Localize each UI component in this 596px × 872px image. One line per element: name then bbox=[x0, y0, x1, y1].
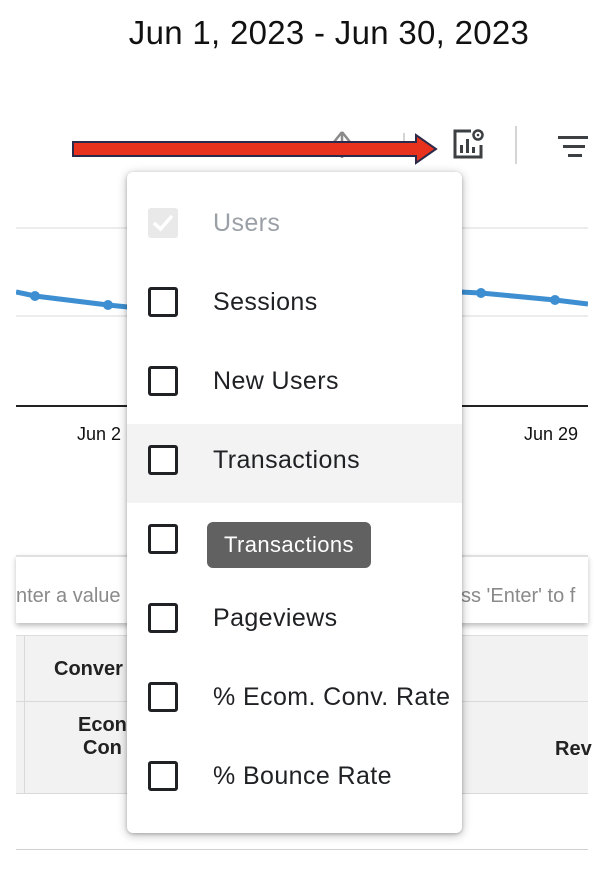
menu-item-label: % Ecom. Conv. Rate bbox=[213, 683, 451, 711]
annotation-arrow bbox=[72, 132, 438, 171]
checkbox[interactable] bbox=[148, 524, 178, 554]
menu-item-label: New Users bbox=[213, 367, 339, 395]
checkbox-checked-disabled bbox=[148, 208, 178, 238]
filter-icon[interactable] bbox=[558, 134, 596, 165]
chart-settings-icon[interactable] bbox=[451, 127, 487, 166]
chart-point bbox=[103, 300, 113, 310]
menu-item-label: Sessions bbox=[213, 288, 318, 316]
tooltip: Transactions bbox=[207, 522, 371, 568]
menu-item-label: Users bbox=[213, 209, 281, 237]
menu-item-new-users[interactable]: New Users bbox=[127, 345, 462, 424]
menu-item-revenue[interactable]: Transactions bbox=[127, 503, 462, 582]
menu-item-label: Transactions bbox=[213, 446, 360, 474]
checkbox[interactable] bbox=[148, 682, 178, 712]
filter-placeholder-right: ss 'Enter' to f bbox=[461, 585, 576, 607]
chart-point bbox=[550, 295, 560, 305]
checkbox[interactable] bbox=[148, 366, 178, 396]
checkbox[interactable] bbox=[148, 761, 178, 791]
column-header-ecom[interactable]: Econ bbox=[78, 714, 127, 737]
x-tick-label: Jun 29 bbox=[524, 424, 579, 444]
column-header-ecom-line2: Con bbox=[83, 737, 122, 759]
group-header-conversions: Conver bbox=[54, 658, 123, 680]
chart-point bbox=[476, 288, 486, 298]
checkbox[interactable] bbox=[148, 603, 178, 633]
table-bottom-divider bbox=[16, 849, 588, 850]
menu-item-pageviews[interactable]: Pageviews bbox=[127, 582, 462, 661]
filter-placeholder-left: nter a value bbox=[16, 585, 121, 607]
menu-item-ecom-conv-rate[interactable]: % Ecom. Conv. Rate bbox=[127, 661, 462, 740]
menu-item-label: Pageviews bbox=[213, 604, 338, 632]
menu-item-transactions[interactable]: Transactions bbox=[127, 424, 462, 503]
x-tick-label: Jun 2 bbox=[77, 424, 122, 444]
metric-selector-menu: Users Sessions New Users Transactions Tr… bbox=[127, 172, 462, 833]
checkbox[interactable] bbox=[148, 445, 178, 475]
chart-point bbox=[30, 291, 40, 301]
toolbar-separator bbox=[515, 126, 517, 164]
menu-item-users: Users bbox=[127, 187, 462, 266]
menu-item-label: % Bounce Rate bbox=[213, 762, 392, 790]
date-range-title: Jun 1, 2023 - Jun 30, 2023 bbox=[128, 14, 530, 51]
column-header-revenue[interactable]: Rev bbox=[555, 738, 592, 761]
menu-item-bounce-rate[interactable]: % Bounce Rate bbox=[127, 740, 462, 819]
menu-item-sessions[interactable]: Sessions bbox=[127, 266, 462, 345]
checkbox[interactable] bbox=[148, 287, 178, 317]
